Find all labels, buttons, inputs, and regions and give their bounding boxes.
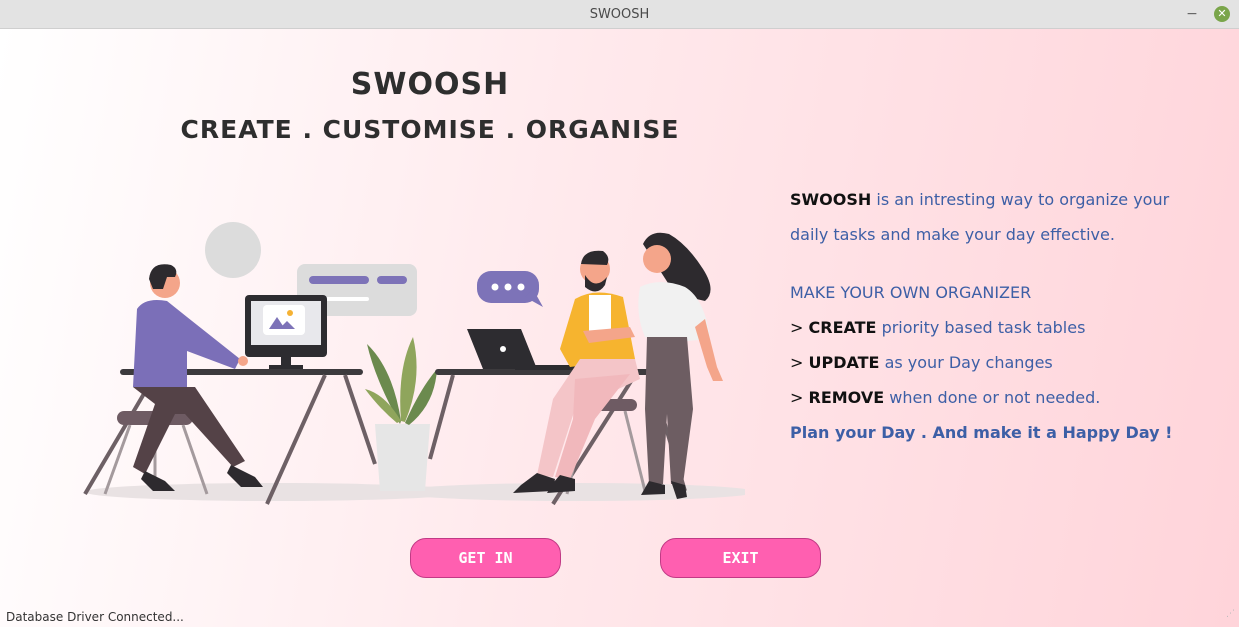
feature-text: priority based task tables [876, 318, 1086, 337]
app-title: SWOOSH [350, 67, 510, 102]
intro-line-2: daily tasks and make your day effective. [790, 225, 1115, 244]
feature-remove: > REMOVE when done or not needed. [790, 383, 1210, 418]
window-title: SWOOSH [589, 7, 650, 22]
intro-text: is an intresting way to organize your [871, 190, 1170, 209]
feature-bullet: > [790, 318, 809, 337]
description-panel: SWOOSH is an intresting way to organize … [790, 185, 1210, 453]
feature-create: > CREATE priority based task tables [790, 313, 1210, 348]
feature-keyword: REMOVE [808, 388, 885, 407]
get-in-button[interactable]: GET IN [410, 538, 561, 578]
feature-keyword: CREATE [808, 318, 877, 337]
close-icon[interactable]: ✕ [1214, 6, 1230, 22]
intro-line-1: SWOOSH is an intresting way to organize … [790, 185, 1210, 220]
feature-update: > UPDATE as your Day changes [790, 348, 1210, 383]
brand-name: SWOOSH [790, 190, 872, 209]
resize-grip-icon[interactable]: ⋰ [1226, 610, 1236, 623]
office-workers-illustration [83, 222, 745, 506]
minimize-icon[interactable]: − [1183, 5, 1201, 23]
feature-keyword: UPDATE [808, 353, 880, 372]
feature-text: when done or not needed. [884, 388, 1101, 407]
feature-bullet: > [790, 353, 809, 372]
organizer-heading: MAKE YOUR OWN ORGANIZER [790, 283, 1032, 302]
feature-bullet: > [790, 388, 809, 407]
closing-line: Plan your Day . And make it a Happy Day … [790, 423, 1173, 442]
main-window: SWOOSH CREATE . CUSTOMISE . ORGANISE SWO… [0, 29, 1239, 627]
feature-text: as your Day changes [879, 353, 1053, 372]
exit-button[interactable]: EXIT [660, 538, 821, 578]
status-bar-text: Database Driver Connected... [6, 610, 184, 624]
tagline: CREATE . CUSTOMISE . ORGANISE [180, 115, 680, 144]
window-titlebar[interactable]: SWOOSH − ✕ [0, 0, 1239, 29]
